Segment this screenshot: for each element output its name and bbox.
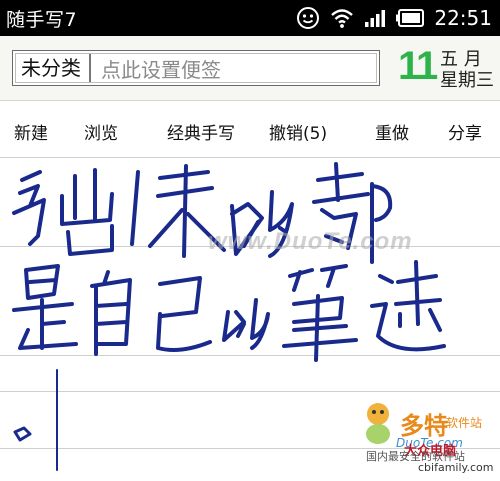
- wifi-icon: [330, 7, 354, 29]
- toolbar: 新建 浏览 经典手写 撤销(5) 重做 分享: [0, 101, 500, 158]
- date-day: 11: [398, 44, 438, 88]
- note-title-placeholder[interactable]: 点此设置便签: [91, 54, 221, 83]
- undo-button[interactable]: 撤销(5): [269, 119, 327, 144]
- status-bar: 随手写7 22:51: [0, 0, 500, 36]
- share-button[interactable]: 分享: [448, 119, 482, 144]
- new-button[interactable]: 新建: [14, 119, 48, 144]
- status-time: 22:51: [434, 6, 492, 30]
- battery-icon: [396, 9, 425, 27]
- mascot-icon: [366, 403, 390, 444]
- smiley-icon: [296, 6, 320, 30]
- classic-handwriting-mode-button[interactable]: 经典手写: [167, 119, 235, 144]
- brand-url: cbifamily.com: [418, 461, 494, 474]
- signal-icon: [364, 8, 386, 28]
- watermark-logo: 多特 软件站 DuoTe.com 大众电脑 国内最安全的软件站 cbifamil…: [358, 398, 498, 480]
- browse-button[interactable]: 浏览: [84, 119, 118, 144]
- watermark-site: www.DuoTe.com: [208, 228, 413, 255]
- note-header: 未分类 点此设置便签 11 五 月 星期三: [0, 36, 500, 101]
- category-selector[interactable]: 未分类: [13, 54, 91, 82]
- redo-button[interactable]: 重做: [375, 119, 409, 144]
- date-weekday: 星期三: [440, 70, 494, 91]
- status-icons: 22:51: [296, 4, 492, 32]
- category-note-field[interactable]: 未分类 点此设置便签: [12, 50, 380, 86]
- app-title: 随手写7: [6, 9, 78, 31]
- logo-suffix: 软件站: [446, 416, 483, 430]
